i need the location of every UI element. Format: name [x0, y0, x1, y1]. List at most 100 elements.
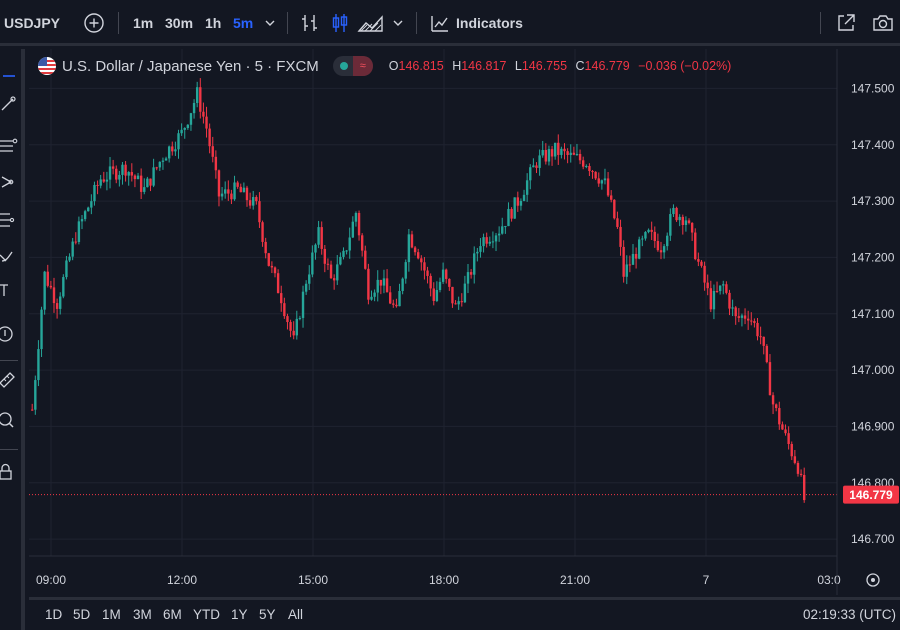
symbol-search-button[interactable]: USDJPY: [4, 0, 60, 46]
area-chart-type-button[interactable]: [356, 11, 386, 35]
candle-body: [252, 197, 255, 206]
candle-body: [59, 296, 62, 309]
price-chart[interactable]: 147.500 147.400 147.300 147.200 147.100 147.0…: [29, 49, 900, 595]
range-5y-button[interactable]: 5Y: [259, 607, 276, 622]
text-tool-icon[interactable]: [0, 281, 18, 299]
candle-body: [308, 274, 311, 284]
toolbar-divider: [416, 12, 417, 34]
candle-body: [501, 226, 504, 234]
candle-body: [317, 227, 320, 245]
candle-body: [130, 172, 134, 176]
candle-body: [395, 304, 398, 307]
candle-body: [606, 178, 610, 196]
chart-pane[interactable]: 147.500 147.400 147.300 147.200 147.100 147.0…: [29, 49, 900, 595]
candle-body: [354, 212, 358, 222]
range-1y-button[interactable]: 1Y: [231, 607, 248, 622]
symbol-title[interactable]: U.S. Dollar / Japanese Yen · 5 · FXCM: [62, 58, 319, 75]
open-value: 146.815: [398, 59, 444, 73]
interval-1m-button[interactable]: 1m: [133, 0, 153, 46]
range-5d-button[interactable]: 5D: [73, 607, 90, 622]
compare-symbol-button[interactable]: [82, 11, 106, 35]
indicators-button[interactable]: Indicators: [456, 0, 523, 46]
range-1m-button[interactable]: 1M: [102, 607, 121, 622]
timezone-clock[interactable]: 02:19:33 (UTC): [803, 607, 896, 622]
candle-body: [600, 180, 604, 184]
candle-body: [351, 221, 355, 238]
candle-body: [255, 197, 258, 202]
fib-retracement-icon[interactable]: [0, 137, 18, 155]
candle-body: [93, 184, 96, 202]
candle-body: [401, 278, 404, 291]
candle-body: [40, 309, 43, 350]
price-axis[interactable]: 147.500 147.400 147.300 147.200 147.100 147.0…: [851, 81, 895, 546]
candle-body: [445, 269, 448, 279]
snapshot-button[interactable]: [870, 11, 896, 35]
time-tick-label: 15:00: [298, 573, 328, 587]
candle-body: [547, 149, 551, 162]
interval-dropdown-button[interactable]: [262, 11, 278, 35]
candle-body: [273, 267, 277, 274]
candle-body: [656, 241, 660, 251]
bar-chart-type-button[interactable]: [298, 11, 322, 35]
candle-body: [460, 301, 463, 303]
candle-body: [248, 200, 252, 206]
candle-body: [177, 133, 180, 150]
market-status-badge[interactable]: ≈: [332, 56, 373, 76]
candle-body: [332, 278, 336, 281]
cursor-icon[interactable]: [0, 67, 18, 85]
price-tick-label: 147.400: [851, 138, 895, 152]
interval-5m-button[interactable]: 5m: [233, 0, 253, 46]
range-6m-button[interactable]: 6M: [163, 607, 182, 622]
toolbar-divider: [118, 12, 119, 34]
zoom-icon[interactable]: [0, 411, 18, 429]
interval-30m-button[interactable]: 30m: [165, 0, 193, 46]
candle-body: [796, 462, 800, 474]
trend-line-icon[interactable]: [0, 95, 18, 113]
ruler-icon[interactable]: [0, 371, 18, 389]
candle-body: [83, 211, 87, 220]
range-ytd-button[interactable]: YTD: [193, 607, 220, 622]
candle-body: [360, 235, 364, 251]
candle-chart-type-button[interactable]: [328, 11, 352, 35]
candle-body: [211, 146, 214, 157]
candle-body: [31, 409, 34, 411]
candle-body: [550, 149, 554, 157]
candle-body: [348, 237, 351, 251]
candle-body: [295, 318, 298, 336]
candle-body: [507, 208, 510, 227]
candle-body: [292, 330, 295, 336]
lock-drawings-icon[interactable]: [0, 463, 18, 481]
pattern-tool-icon[interactable]: [0, 173, 18, 191]
forecast-tool-icon[interactable]: [0, 211, 18, 229]
range-3m-button[interactable]: 3M: [133, 607, 152, 622]
candle-body: [392, 303, 395, 305]
candle-body: [320, 227, 323, 249]
interval-1h-button[interactable]: 1h: [205, 0, 221, 46]
candle-body: [494, 235, 498, 242]
candle-body: [152, 167, 155, 186]
candle-body: [448, 278, 451, 287]
candle-body: [342, 250, 345, 257]
range-1d-button[interactable]: 1D: [45, 607, 62, 622]
candle-body: [485, 237, 488, 244]
ohlc-bars-icon: [302, 15, 317, 31]
bottom-toolbar: 1D 5D 1M 3M 6M YTD 1Y 5Y All 02:19:33 (U…: [29, 597, 900, 630]
chart-type-dropdown-button[interactable]: [390, 11, 406, 35]
fullscreen-button[interactable]: [834, 11, 858, 35]
drawing-toolbar: [0, 49, 25, 630]
candle-body: [718, 285, 722, 292]
candle-body: [591, 171, 594, 173]
candle-body: [236, 182, 239, 187]
brush-icon[interactable]: [0, 247, 18, 265]
indicators-icon-button[interactable]: [428, 11, 452, 35]
range-all-button[interactable]: All: [288, 607, 303, 622]
emoji-icon[interactable]: [0, 325, 18, 343]
candle-body: [80, 219, 84, 222]
candle-body: [205, 116, 208, 129]
candle-body: [516, 197, 520, 206]
candle-body: [625, 264, 628, 277]
candle-body: [62, 277, 65, 297]
candle-body: [407, 234, 411, 263]
candle-body: [541, 149, 544, 156]
candle-body: [186, 124, 190, 128]
